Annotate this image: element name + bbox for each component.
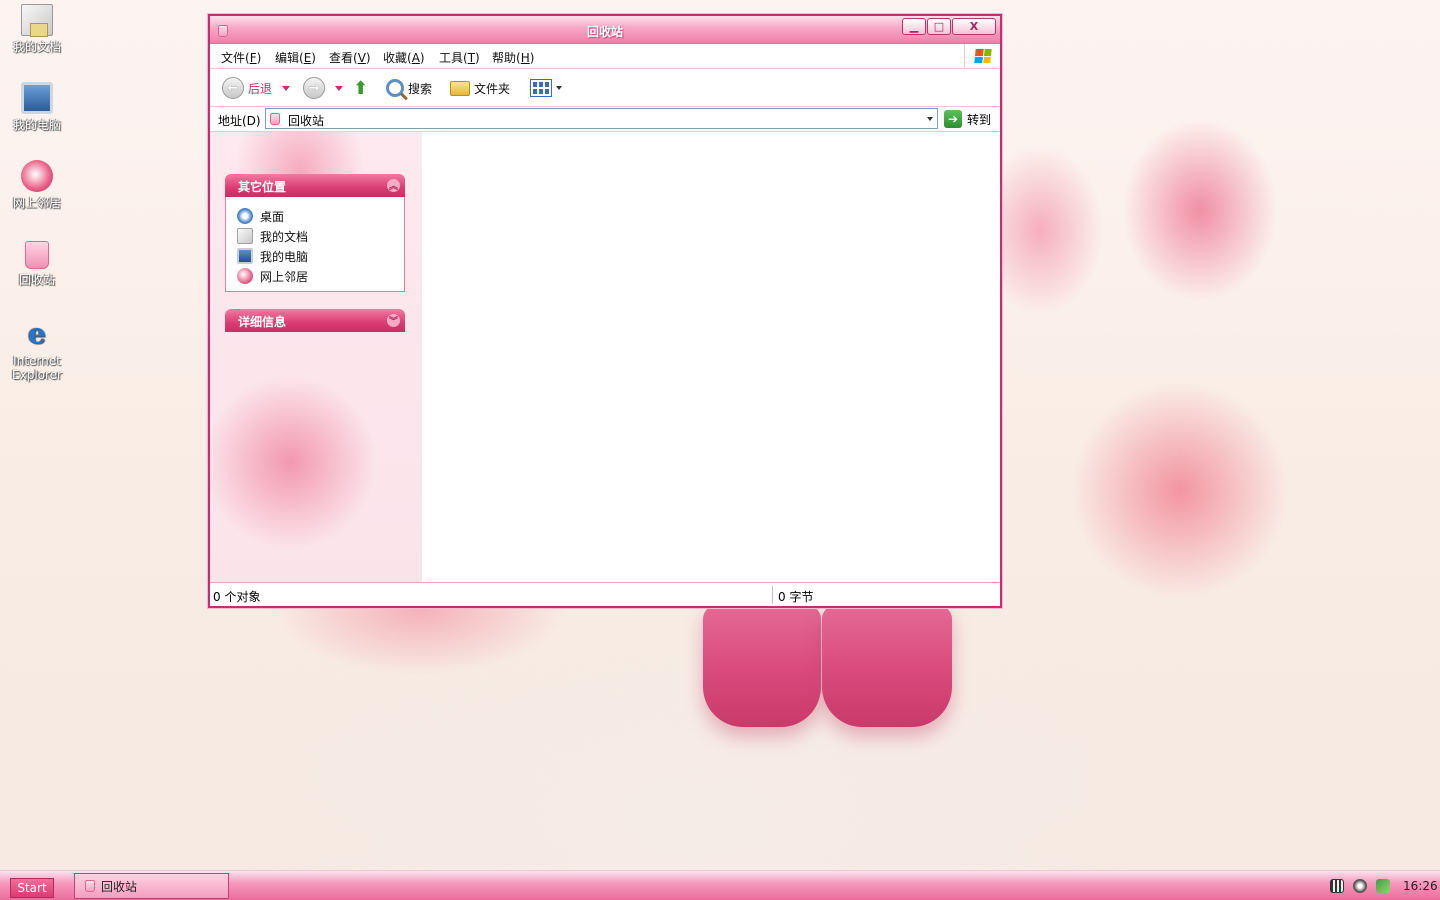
- place-label: 桌面: [260, 209, 285, 224]
- toolbar: ← 后退 → ⬆ 搜索 文件夹: [210, 69, 1000, 107]
- forward-button[interactable]: →: [303, 76, 343, 100]
- details-group: 详细信息 ︾: [225, 309, 405, 332]
- back-label: 后退: [248, 81, 273, 96]
- maximize-button[interactable]: □: [927, 18, 951, 35]
- status-size: 0 字节: [778, 590, 814, 604]
- go-label: 转到: [967, 112, 992, 127]
- desktop-icon-my-computer[interactable]: 我的电脑: [0, 82, 74, 132]
- place-my-documents[interactable]: 我的文档: [237, 226, 404, 246]
- status-divider: [772, 586, 773, 604]
- my-computer-icon: [21, 82, 53, 114]
- place-label: 我的文档: [260, 229, 309, 244]
- task-pane: 其它位置 ︽ 桌面 我的文档 我的电脑 网上邻居 详细信息 ︾: [210, 132, 422, 582]
- go-arrow-icon: ➔: [944, 110, 962, 128]
- my-documents-icon: [237, 228, 253, 244]
- window-title: 回收站: [586, 25, 623, 39]
- taskbar-item-recycle-bin[interactable]: 回收站: [74, 873, 229, 899]
- speaker-icon[interactable]: [1353, 879, 1367, 893]
- chevron-down-icon[interactable]: [556, 86, 562, 90]
- menu-favorites[interactable]: 收藏(A): [383, 49, 425, 66]
- other-places-header[interactable]: 其它位置 ︽: [225, 174, 405, 197]
- other-places-list: 桌面 我的文档 我的电脑 网上邻居: [225, 197, 405, 292]
- desktop-icon-label: 我的文档: [12, 40, 61, 54]
- group-title: 其它位置: [238, 180, 287, 194]
- desktop-icon-internet-explorer[interactable]: e Internet Explorer: [0, 317, 74, 383]
- search-button[interactable]: 搜索: [386, 76, 432, 100]
- back-arrow-icon: ←: [222, 77, 244, 99]
- status-bar: 0 个对象 0 字节: [210, 582, 1000, 606]
- desktop-icon-recycle-bin[interactable]: 回收站: [0, 241, 74, 287]
- clock[interactable]: 16:26: [1403, 879, 1438, 893]
- collapse-icon[interactable]: ︽: [387, 179, 400, 192]
- start-button[interactable]: Start: [10, 878, 54, 898]
- recycle-bin-window: 回收站 ▁ □ X 文件(F) 编辑(E) 查看(V) 收藏(A) 工具(T) …: [208, 14, 1002, 608]
- place-my-computer[interactable]: 我的电脑: [237, 246, 404, 266]
- desktop-icon: [237, 208, 253, 224]
- folders-label: 文件夹: [474, 81, 511, 96]
- desktop-icon-label: 我的电脑: [12, 118, 61, 132]
- system-tray: 16:26: [1322, 871, 1440, 900]
- folders-button[interactable]: 文件夹: [450, 76, 510, 100]
- place-desktop[interactable]: 桌面: [237, 206, 404, 226]
- windows-logo-icon: [964, 44, 1000, 68]
- desktop-icon-my-documents[interactable]: 我的文档: [0, 4, 74, 54]
- views-icon: [530, 79, 552, 97]
- place-network-places[interactable]: 网上邻居: [237, 266, 404, 286]
- network-icon[interactable]: [1376, 879, 1390, 893]
- my-documents-icon: [21, 4, 53, 37]
- my-computer-icon: [237, 248, 253, 264]
- menu-view[interactable]: 查看(V): [329, 49, 371, 66]
- desktop-icon-label: 回收站: [18, 273, 55, 287]
- folder-up-icon: ⬆: [353, 77, 369, 99]
- recycle-bin-icon: [25, 241, 49, 269]
- keyboard-icon[interactable]: [1330, 879, 1344, 893]
- views-button[interactable]: [530, 76, 562, 100]
- address-bar: 地址(D) 回收站 ➔ 转到: [210, 107, 1000, 132]
- desktop-icon-network-places[interactable]: 网上邻居: [0, 160, 74, 210]
- status-object-count: 0 个对象: [213, 590, 261, 604]
- desktop-icon-label: 网上邻居: [12, 196, 61, 210]
- go-button[interactable]: ➔ 转到: [944, 109, 991, 129]
- chevron-down-icon[interactable]: [282, 85, 291, 91]
- place-label: 我的电脑: [260, 249, 309, 264]
- up-folder-button[interactable]: ⬆: [353, 76, 368, 100]
- menu-help[interactable]: 帮助(H): [492, 49, 534, 66]
- address-label: 地址(D): [218, 114, 261, 128]
- minimize-button[interactable]: ▁: [902, 18, 926, 35]
- search-icon: [386, 79, 404, 97]
- menu-tools[interactable]: 工具(T): [439, 49, 480, 66]
- address-value: 回收站: [288, 114, 325, 128]
- group-title: 详细信息: [238, 315, 287, 329]
- close-button[interactable]: X: [952, 18, 996, 35]
- other-places-group: 其它位置 ︽ 桌面 我的文档 我的电脑 网上邻居: [225, 174, 405, 292]
- search-label: 搜索: [408, 81, 433, 96]
- network-places-icon: [21, 160, 53, 192]
- title-bar[interactable]: 回收站 ▁ □ X: [210, 16, 1000, 44]
- taskbar: Start 回收站 16:26: [0, 870, 1440, 900]
- wallpaper-shoe-right: [822, 605, 952, 727]
- internet-explorer-icon: e: [28, 317, 46, 350]
- chevron-down-icon[interactable]: [335, 85, 343, 91]
- expand-icon[interactable]: ︾: [387, 314, 400, 327]
- desktop-icon-label-line2: Explorer: [12, 368, 62, 382]
- task-label: 回收站: [101, 879, 138, 894]
- network-places-icon: [237, 268, 253, 284]
- desktop-icon-label-line1: Internet: [13, 354, 61, 368]
- menu-edit[interactable]: 编辑(E): [275, 49, 316, 66]
- recycle-bin-icon: [270, 113, 280, 125]
- wallpaper-shoe-left: [703, 605, 821, 727]
- details-header[interactable]: 详细信息 ︾: [225, 309, 405, 332]
- menu-bar: 文件(F) 编辑(E) 查看(V) 收藏(A) 工具(T) 帮助(H): [210, 44, 1000, 69]
- chevron-down-icon[interactable]: [927, 117, 933, 121]
- content-area[interactable]: 其它位置 ︽ 桌面 我的文档 我的电脑 网上邻居 详细信息 ︾: [210, 132, 1000, 582]
- back-button[interactable]: ← 后退: [222, 76, 291, 100]
- menu-file[interactable]: 文件(F): [221, 49, 261, 66]
- forward-arrow-icon: →: [303, 77, 325, 99]
- place-label: 网上邻居: [260, 269, 309, 284]
- folder-icon: [450, 80, 470, 96]
- address-field[interactable]: 回收站: [265, 108, 938, 129]
- recycle-bin-icon: [85, 880, 95, 892]
